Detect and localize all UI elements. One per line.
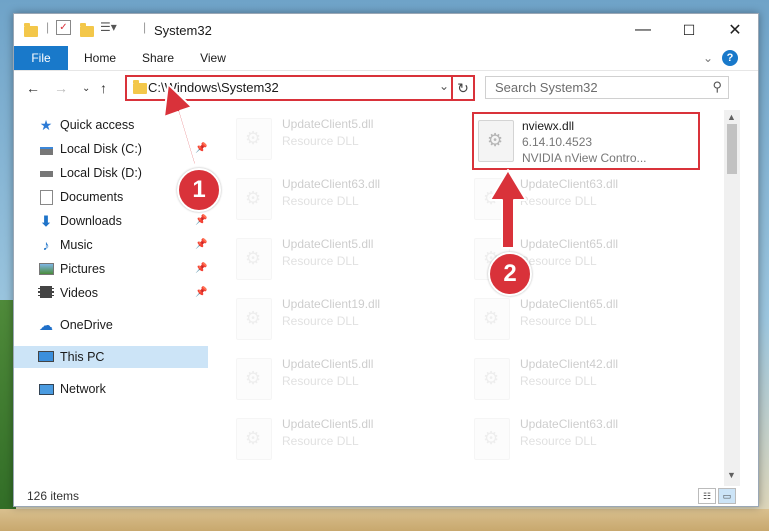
annotation-arrows <box>163 83 527 249</box>
step-2-badge: 2 <box>488 252 532 296</box>
arrow-2 <box>489 169 527 249</box>
arrow-1 <box>163 83 197 166</box>
step-1-badge: 1 <box>177 168 221 212</box>
